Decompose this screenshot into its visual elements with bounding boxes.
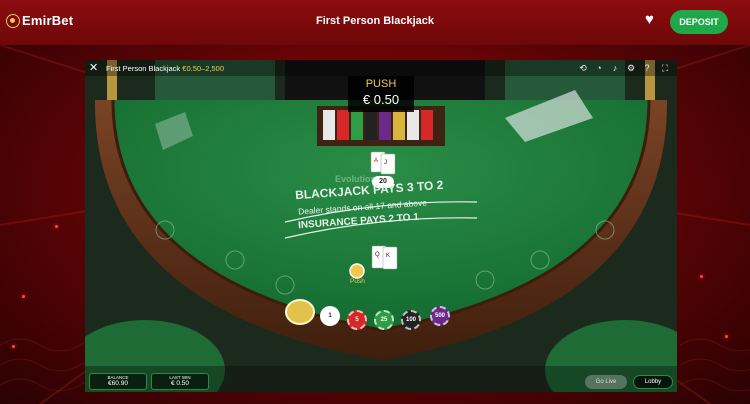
top-bar: EmirBet First Person Blackjack ♥ DEPOSIT <box>0 0 750 45</box>
chat-icon[interactable]: ◔ <box>593 62 605 74</box>
lobby-button[interactable]: Lobby <box>633 375 673 389</box>
bet-status: Push <box>350 278 365 285</box>
balance-box: BALANCE €60.90 <box>89 373 147 390</box>
result-amount: € 0.50 <box>362 92 400 107</box>
result-banner: PUSH € 0.50 <box>348 76 414 112</box>
game-title: First Person Blackjack €0.50–2,500 <box>106 64 224 73</box>
last-win-value: € 0.50 <box>170 380 190 387</box>
spark <box>725 335 728 338</box>
chip-1[interactable]: 1 <box>320 306 340 326</box>
bet-chip <box>349 263 365 279</box>
deposit-button[interactable]: DEPOSIT <box>670 10 728 34</box>
heart-icon[interactable]: ♥ <box>645 12 659 27</box>
close-icon[interactable]: ✕ <box>89 62 98 74</box>
page-title: First Person Blackjack <box>315 15 434 27</box>
go-live-button[interactable]: Go Live <box>585 375 627 389</box>
last-win-box: LAST WIN € 0.50 <box>151 373 209 390</box>
game-window[interactable]: A J Q K ✕ First Person Blackjack €0.50–2… <box>85 60 677 392</box>
svg-text:J: J <box>384 160 387 166</box>
spark <box>700 275 703 278</box>
help-icon[interactable]: ? <box>641 62 653 74</box>
svg-text:A: A <box>374 158 378 164</box>
settings-icon[interactable]: ⚙ <box>625 62 637 74</box>
spark <box>22 295 25 298</box>
result-label: PUSH <box>365 78 397 90</box>
chip-5[interactable]: 5 <box>347 310 367 330</box>
game-name: First Person Blackjack <box>106 64 181 73</box>
selected-chip-glow <box>285 299 315 325</box>
history-icon[interactable]: ⟲ <box>577 62 589 74</box>
chip-500[interactable]: 500 <box>430 306 450 326</box>
sound-icon[interactable]: ♪ <box>609 62 621 74</box>
chip-100[interactable]: 100 <box>401 310 421 330</box>
spark <box>55 225 58 228</box>
bet-limits: €0.50–2,500 <box>182 64 224 73</box>
chip-25[interactable]: 25 <box>374 310 394 330</box>
svg-text:Q: Q <box>375 252 380 258</box>
spark <box>12 345 15 348</box>
fullscreen-icon[interactable]: ⛶ <box>659 62 671 74</box>
svg-text:K: K <box>386 253 390 259</box>
balance-value: €60.90 <box>108 380 128 387</box>
